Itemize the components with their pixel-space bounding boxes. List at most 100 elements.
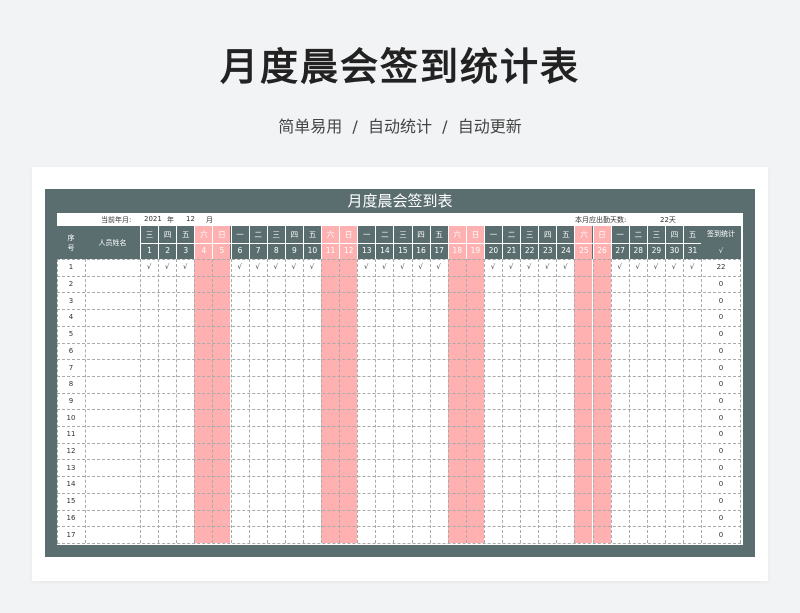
- row-name-input[interactable]: [85, 276, 140, 293]
- grid-vline: [520, 259, 522, 543]
- check-mark[interactable]: √: [611, 259, 629, 276]
- grid-vline: [248, 259, 250, 543]
- check-mark[interactable]: √: [158, 259, 176, 276]
- date-header: 11: [321, 242, 339, 259]
- weekday-header: 日: [465, 226, 484, 243]
- row-name-input[interactable]: [85, 259, 140, 276]
- row-name-input[interactable]: [85, 409, 140, 426]
- year-value[interactable]: 2021: [144, 215, 162, 223]
- check-mark[interactable]: √: [683, 259, 701, 276]
- row-name-input[interactable]: [85, 476, 140, 493]
- check-mark[interactable]: √: [665, 259, 683, 276]
- grid-vline: [610, 259, 612, 543]
- check-mark[interactable]: √: [176, 259, 194, 276]
- check-mark[interactable]: √: [502, 259, 520, 276]
- date-header: 3: [176, 242, 194, 259]
- row-seq: 17: [66, 530, 76, 539]
- date-header: 21: [502, 242, 520, 259]
- row-seq: 12: [66, 447, 76, 456]
- check-mark[interactable]: √: [249, 259, 267, 276]
- check-mark[interactable]: √: [231, 259, 249, 276]
- weekday-header: 三: [646, 226, 665, 243]
- check-mark[interactable]: √: [629, 259, 647, 276]
- sheet-frame: 月度晨会签到表 当前年月: 2021 年 12 月 本月应出勤天数: 22天 序…: [45, 189, 755, 557]
- weekday-header: 一: [610, 226, 629, 243]
- grid-hline: [57, 526, 741, 528]
- check-mark[interactable]: √: [647, 259, 665, 276]
- weekday-header: 三: [520, 226, 538, 243]
- check-mark[interactable]: √: [484, 259, 502, 276]
- grid-vline: [646, 259, 648, 543]
- check-mark[interactable]: √: [303, 259, 321, 276]
- check-mark[interactable]: √: [556, 259, 574, 276]
- grid-vline: [357, 259, 359, 543]
- row-name-input[interactable]: [85, 359, 140, 376]
- grid-vline: [465, 259, 467, 543]
- row-name-input[interactable]: [85, 292, 140, 309]
- row-total: 0: [718, 513, 724, 522]
- row-name-input[interactable]: [85, 376, 140, 393]
- grid-hline: [57, 375, 741, 377]
- row-name-input[interactable]: [85, 493, 140, 510]
- row-name-input[interactable]: [85, 459, 140, 476]
- weekday-header: 六: [194, 226, 212, 243]
- date-header: 23: [538, 242, 556, 259]
- row-name-input[interactable]: [85, 443, 140, 460]
- check-mark[interactable]: √: [393, 259, 411, 276]
- check-mark[interactable]: √: [357, 259, 375, 276]
- check-mark[interactable]: √: [375, 259, 393, 276]
- weekday-header: 四: [664, 226, 683, 243]
- weekday-header: 五: [176, 226, 194, 243]
- grid-hline: [57, 309, 741, 311]
- check-mark[interactable]: √: [267, 259, 285, 276]
- due-days-label: 本月应出勤天数:: [575, 216, 627, 224]
- weekday-header: 三: [140, 226, 158, 243]
- row-name-input[interactable]: [85, 510, 140, 527]
- date-header: 18: [447, 242, 466, 259]
- row-name-input[interactable]: [85, 426, 140, 443]
- date-header: 16: [411, 242, 430, 259]
- grid-vline: [140, 259, 141, 543]
- check-mark[interactable]: √: [520, 259, 538, 276]
- check-mark[interactable]: √: [538, 259, 556, 276]
- grid-hline: [57, 476, 741, 478]
- weekday-header: 三: [393, 226, 411, 243]
- weekday-header: 五: [429, 226, 448, 243]
- date-header: 20: [483, 242, 502, 259]
- grid-vline: [628, 259, 630, 543]
- row-total: 0: [718, 413, 724, 422]
- page-title: 月度晨会签到统计表: [219, 45, 580, 89]
- check-mark[interactable]: √: [140, 259, 158, 276]
- row-seq: 5: [68, 330, 74, 339]
- header-stat: 签到统计: [707, 230, 736, 239]
- grid-hline: [57, 542, 741, 544]
- weekday-header: 四: [284, 226, 303, 243]
- row-name-input[interactable]: [85, 309, 140, 326]
- row-name-input[interactable]: [85, 393, 140, 410]
- row-total: 0: [718, 480, 724, 489]
- weekday-header: 日: [212, 226, 230, 243]
- weekday-header: 六: [321, 226, 339, 243]
- check-mark[interactable]: √: [412, 259, 430, 276]
- attendance-sheet: 当前年月: 2021 年 12 月 本月应出勤天数: 22天 序号人员姓名 签到统…: [57, 213, 743, 545]
- weekend-column: [465, 226, 484, 543]
- row-seq: 1: [68, 263, 74, 272]
- weekday-header: 五: [683, 226, 701, 243]
- row-name-input[interactable]: [85, 343, 140, 360]
- row-total: 22: [716, 263, 726, 272]
- row-name-input[interactable]: [85, 526, 140, 543]
- weekday-header: 四: [411, 226, 430, 243]
- date-header: 15: [393, 242, 411, 259]
- date-header: 7: [248, 242, 267, 259]
- row-total: 0: [718, 346, 724, 355]
- page-subtitle: 简单易用 / 自动统计 / 自动更新: [278, 117, 522, 136]
- month-value[interactable]: 12: [186, 215, 195, 223]
- grid-vline: [447, 259, 449, 543]
- grid-vline: [284, 259, 286, 543]
- check-mark[interactable]: √: [285, 259, 303, 276]
- row-name-input[interactable]: [85, 326, 140, 343]
- grid-hline: [57, 392, 741, 394]
- check-mark[interactable]: √: [430, 259, 448, 276]
- weekday-header: 二: [375, 226, 393, 243]
- grid-vline: [158, 259, 160, 543]
